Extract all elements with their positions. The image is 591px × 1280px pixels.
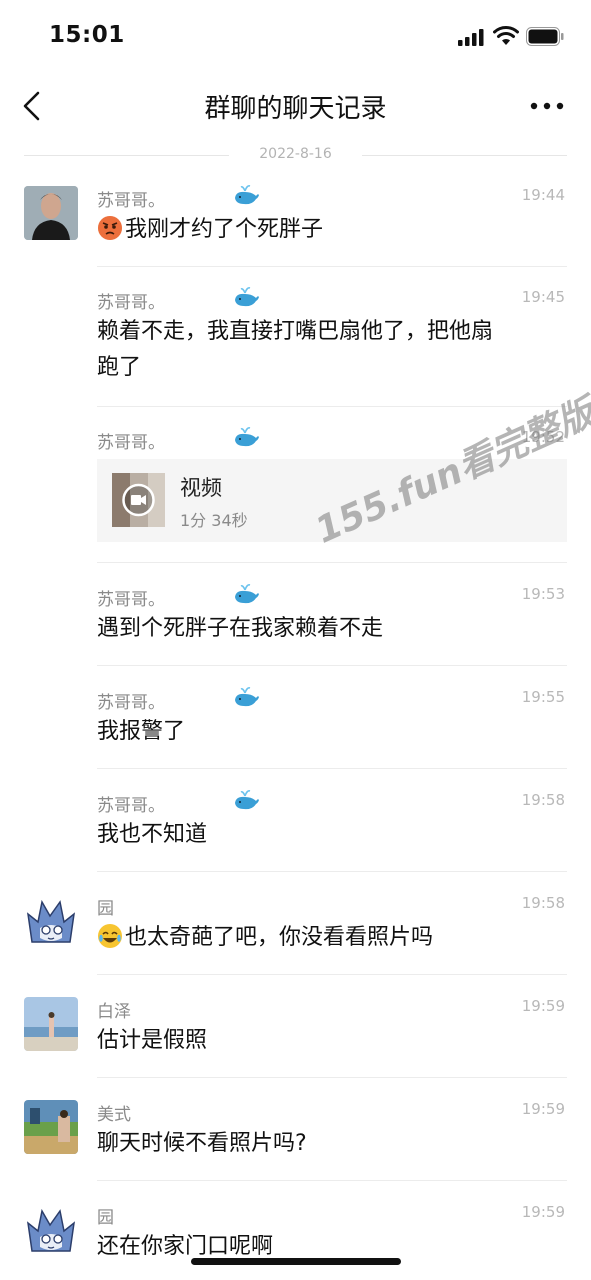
message-time: 19:53 xyxy=(521,585,565,603)
message-text: 遇到个死胖子在我家赖着不走 xyxy=(97,616,384,641)
date-label: 2022-8-16 xyxy=(259,146,332,162)
divider xyxy=(97,1180,567,1181)
message-time: 19:59 xyxy=(521,1100,565,1118)
more-icon[interactable] xyxy=(529,98,565,114)
sender-name: 苏哥哥。 xyxy=(97,796,165,816)
home-indicator[interactable] xyxy=(191,1258,401,1265)
message-time: 19:44 xyxy=(521,186,565,204)
divider xyxy=(97,768,567,769)
avatar[interactable] xyxy=(24,997,78,1051)
message-text-content: 我刚才约了个死胖子 xyxy=(125,217,324,242)
divider-line xyxy=(362,155,567,156)
angry-face-icon xyxy=(98,216,122,240)
wifi-icon xyxy=(493,26,519,45)
whale-icon xyxy=(235,427,259,447)
divider xyxy=(97,871,567,872)
sender-name: 苏哥哥。 xyxy=(97,293,165,313)
message-text: 赖着不走，我直接打嘴巴扇他了，把他扇 跑了 xyxy=(97,314,567,386)
avatar[interactable] xyxy=(24,1100,78,1154)
message-text: 聊天时候不看照片吗? xyxy=(97,1131,307,1156)
message-time: 19:58 xyxy=(521,791,565,809)
divider xyxy=(97,562,567,563)
message-text: 我也不知道 xyxy=(97,822,208,847)
page-title: 群聊的聊天记录 xyxy=(204,94,387,124)
avatar[interactable] xyxy=(24,186,78,240)
sender-name: 苏哥哥。 xyxy=(97,191,165,211)
cellular-signal-icon xyxy=(458,29,484,46)
message-text: 也太奇葩了吧，你没看看照片吗 xyxy=(97,920,567,956)
whale-icon xyxy=(235,185,259,205)
battery-icon xyxy=(526,27,564,46)
divider xyxy=(97,665,567,666)
whale-icon xyxy=(235,687,259,707)
whale-icon xyxy=(235,287,259,307)
divider xyxy=(97,1077,567,1078)
status-bar: 15:01 xyxy=(0,0,591,74)
sender-name: 白泽 xyxy=(97,1002,131,1022)
divider xyxy=(97,406,567,407)
whale-icon xyxy=(235,790,259,810)
message-time: 19:45 xyxy=(521,288,565,306)
message-line: 跑了 xyxy=(97,355,142,380)
message-text: 我刚才约了个死胖子 xyxy=(97,212,567,248)
avatar[interactable] xyxy=(24,894,78,948)
message-text: 我报警了 xyxy=(97,719,186,744)
sender-name: 苏哥哥。 xyxy=(97,693,165,713)
video-duration: 1分 34秒 xyxy=(180,511,248,530)
sender-name: 苏哥哥。 xyxy=(97,433,165,453)
sender-name: 美式 xyxy=(97,1105,131,1125)
message-text-content: 也太奇葩了吧，你没看看照片吗 xyxy=(125,925,434,950)
tears-of-joy-icon xyxy=(98,924,122,948)
message-time: 19:55 xyxy=(521,688,565,706)
message-time: 19:58 xyxy=(521,894,565,912)
sender-name: 园 xyxy=(97,899,114,919)
message-time: 19:59 xyxy=(521,997,565,1015)
video-thumbnail xyxy=(112,473,165,527)
message-time: 19:59 xyxy=(521,1203,565,1221)
sender-name: 苏哥哥。 xyxy=(97,590,165,610)
status-time: 15:01 xyxy=(49,22,125,48)
video-label: 视频 xyxy=(180,476,222,500)
message-line: 赖着不走，我直接打嘴巴扇他了，把他扇 xyxy=(97,319,494,344)
divider xyxy=(97,266,567,267)
message-text: 估计是假照 xyxy=(97,1028,208,1053)
divider xyxy=(97,974,567,975)
date-divider: 2022-8-16 xyxy=(24,145,567,165)
whale-icon xyxy=(235,584,259,604)
avatar[interactable] xyxy=(24,1203,78,1257)
nav-bar: 群聊的聊天记录 xyxy=(0,74,591,138)
sender-name: 园 xyxy=(97,1208,114,1228)
